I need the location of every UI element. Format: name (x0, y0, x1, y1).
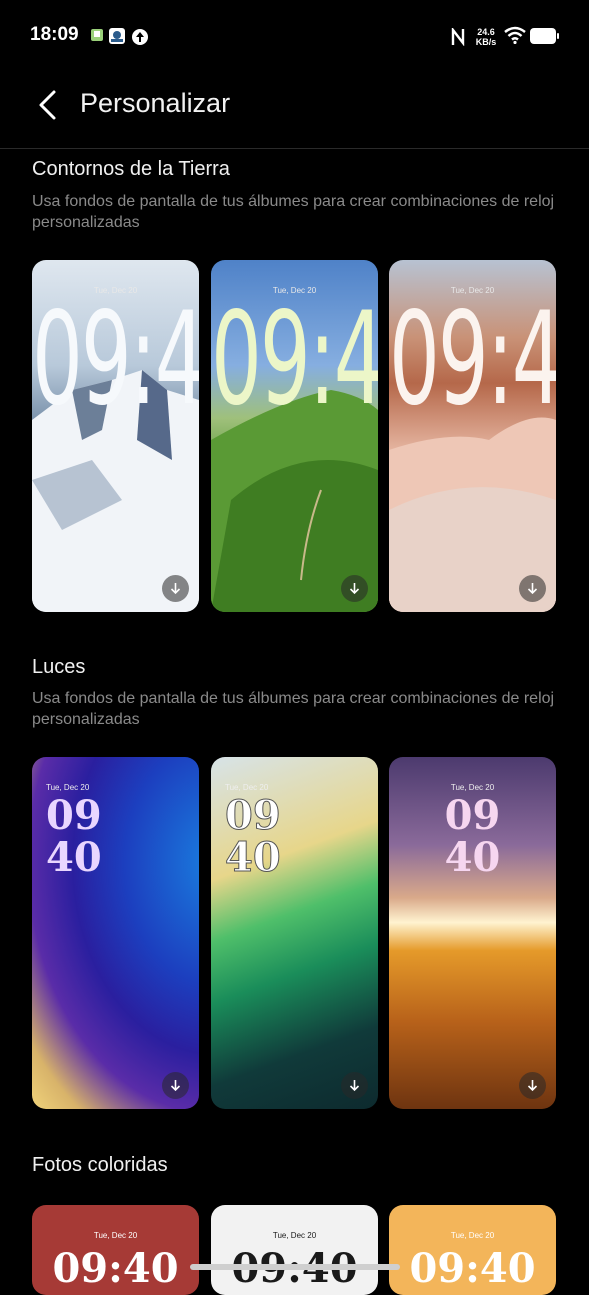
card-clock-hour: 09 (444, 792, 501, 839)
notification-app-icon (90, 28, 104, 42)
download-icon[interactable] (162, 1072, 189, 1099)
section-title-luces: Luces (32, 656, 86, 678)
section-description-contornos: Usa fondos de pantalla de tus álbumes pa… (32, 193, 555, 231)
card-clock-minute: 40 (444, 834, 501, 881)
nfc-icon (451, 26, 465, 47)
wallpaper-card-blue-light[interactable]: Tue, Dec 20 09 40 (32, 757, 199, 1109)
card-clock: 09 40 (46, 795, 102, 879)
status-time: 18:09 (30, 24, 79, 45)
card-date: Tue, Dec 20 (225, 783, 269, 792)
wallpaper-card-desert-dunes[interactable]: Tue, Dec 20 09:40 (389, 260, 556, 612)
download-icon[interactable] (341, 1072, 368, 1099)
home-indicator[interactable] (190, 1264, 400, 1270)
download-icon[interactable] (162, 575, 189, 602)
download-icon[interactable] (519, 575, 546, 602)
card-clock: 09 40 (389, 795, 556, 879)
wallpaper-card-green-hills[interactable]: Tue, Dec 20 09:40 (211, 260, 378, 612)
wallpaper-card-sunset-glow[interactable]: Tue, Dec 20 09 40 (389, 757, 556, 1109)
card-date: Tue, Dec 20 (46, 783, 90, 792)
section-description-luces: Usa fondos de pantalla de tus álbumes pa… (32, 690, 555, 728)
status-bar: 18:09 24.6 KB/s (0, 0, 589, 72)
download-icon[interactable] (519, 1072, 546, 1099)
wallpaper-card-green-wave[interactable]: Tue, Dec 20 09 40 (211, 757, 378, 1109)
card-date: Tue, Dec 20 (93, 1231, 138, 1240)
wallpaper-card-white[interactable]: Tue, Dec 20 09:40 (211, 1205, 378, 1295)
network-speed-value: 24.6 (477, 27, 495, 37)
wallpaper-card-orange[interactable]: Tue, Dec 20 09:40 (389, 1205, 556, 1295)
network-speed: 24.6 KB/s (474, 27, 498, 47)
card-clock: 09:40 (211, 284, 378, 434)
card-clock: 09 40 (225, 792, 282, 881)
app-header: Personalizar (0, 72, 589, 149)
wifi-icon (504, 26, 526, 45)
card-date: Tue, Dec 20 (450, 1231, 495, 1240)
upload-arrow-icon (131, 28, 148, 45)
download-icon[interactable] (341, 575, 368, 602)
card-clock: 09:40 (32, 284, 199, 434)
card-clock-hour: 09 (46, 792, 102, 839)
notification-app-icon-2 (109, 28, 125, 44)
section-title-fotos-coloridas: Fotos coloridas (32, 1154, 168, 1176)
card-clock: 09:40 (409, 1245, 536, 1292)
card-clock-minute: 40 (225, 834, 282, 881)
card-clock: 09:40 (52, 1245, 179, 1292)
card-clock: 09:40 (389, 284, 556, 434)
card-clock-minute: 40 (46, 834, 102, 881)
card-date: Tue, Dec 20 (450, 783, 495, 792)
wallpaper-card-red[interactable]: Tue, Dec 20 09:40 (32, 1205, 199, 1295)
card-clock-hour: 09 (225, 792, 282, 839)
wallpaper-card-snowy-mountain[interactable]: Tue, Dec 20 09:40 (32, 260, 199, 612)
card-date: Tue, Dec 20 (272, 1231, 317, 1240)
network-speed-unit: KB/s (475, 37, 497, 47)
section-title-contornos: Contornos de la Tierra (32, 158, 230, 180)
page-title: Personalizar (80, 88, 231, 118)
battery-icon (530, 27, 559, 44)
back-chevron-icon[interactable] (36, 88, 60, 122)
